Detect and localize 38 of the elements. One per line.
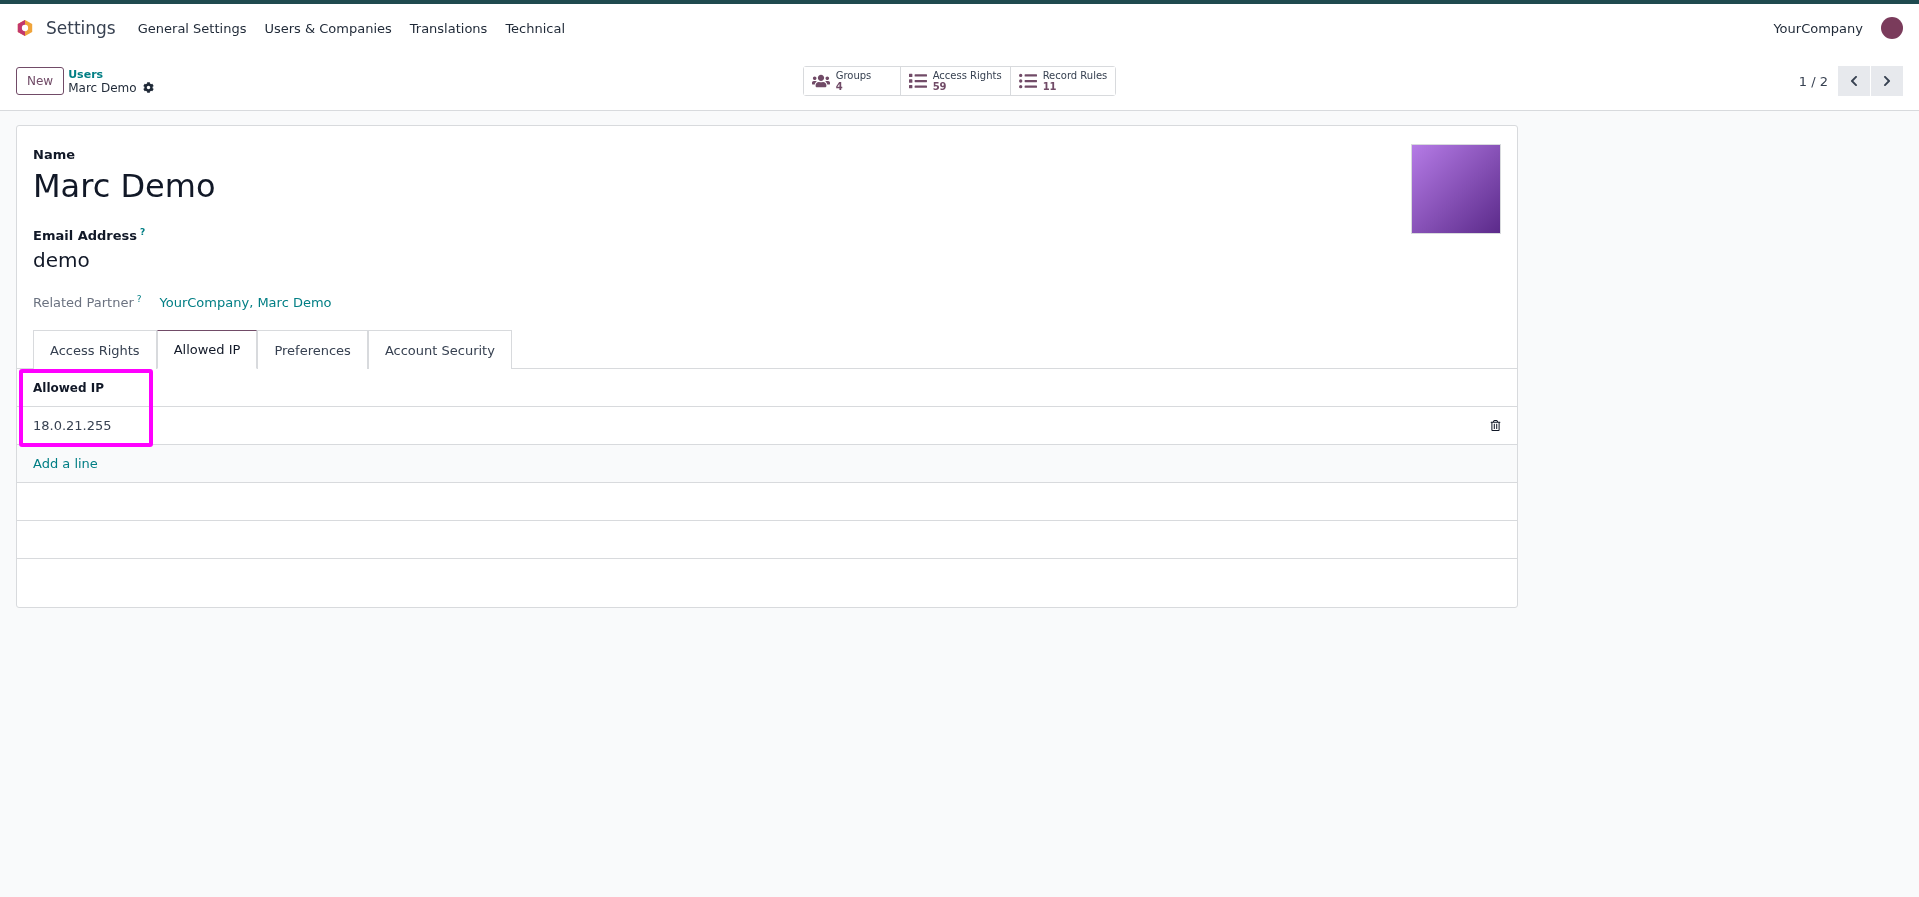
record-name: Marc Demo <box>68 80 137 95</box>
partner-link[interactable]: YourCompany, Marc Demo <box>159 294 332 310</box>
tab[interactable]: Allowed IP <box>156 330 258 370</box>
new-button[interactable]: New <box>16 67 65 95</box>
column-header[interactable]: Allowed IP <box>33 380 104 395</box>
app-logo-icon[interactable] <box>16 19 34 37</box>
company-name[interactable]: YourCompany <box>1773 20 1863 36</box>
breadcrumb-link[interactable]: Users <box>68 67 154 81</box>
tab[interactable]: Account Security <box>367 330 512 370</box>
previous-button[interactable] <box>1838 66 1870 96</box>
table-cell[interactable]: 18.0.21.255 <box>33 418 112 434</box>
smart-button-icon <box>908 72 927 90</box>
menu-item[interactable]: Technical <box>505 20 566 36</box>
smart-button[interactable]: Record Rules 11 <box>1009 67 1116 95</box>
tab[interactable]: Access Rights <box>33 330 157 370</box>
user-avatar[interactable] <box>1881 17 1903 39</box>
next-button[interactable] <box>1871 66 1903 96</box>
tab[interactable]: Preferences <box>257 330 368 370</box>
chevron-right-icon <box>1881 75 1893 87</box>
app-title: Settings <box>46 18 116 38</box>
help-mark[interactable]: ? <box>140 226 146 237</box>
smart-button-icon <box>1018 72 1037 90</box>
field-label: Name <box>33 147 75 162</box>
add-line-link[interactable]: Add a line <box>33 456 98 472</box>
settings-icon[interactable] <box>142 82 154 93</box>
field-label: Related Partner $^{?}$ <box>33 294 142 311</box>
user-name: Marc Demo <box>33 167 217 205</box>
help-mark[interactable]: ? <box>136 294 142 304</box>
email-value: demo <box>33 248 91 272</box>
field-label: Email Address $^{?}$ <box>33 226 146 243</box>
photo-placeholder[interactable] <box>1411 144 1501 234</box>
delete-icon[interactable] <box>1490 420 1501 432</box>
chevron-left-icon <box>1848 75 1860 87</box>
smart-button-icon <box>811 72 830 90</box>
menu-item[interactable]: General Settings <box>137 20 247 36</box>
pager-counter: 1 / 2 <box>1798 73 1828 89</box>
menu-item[interactable]: Translations <box>409 20 488 36</box>
menu-item[interactable]: Users & Companies <box>264 20 392 36</box>
